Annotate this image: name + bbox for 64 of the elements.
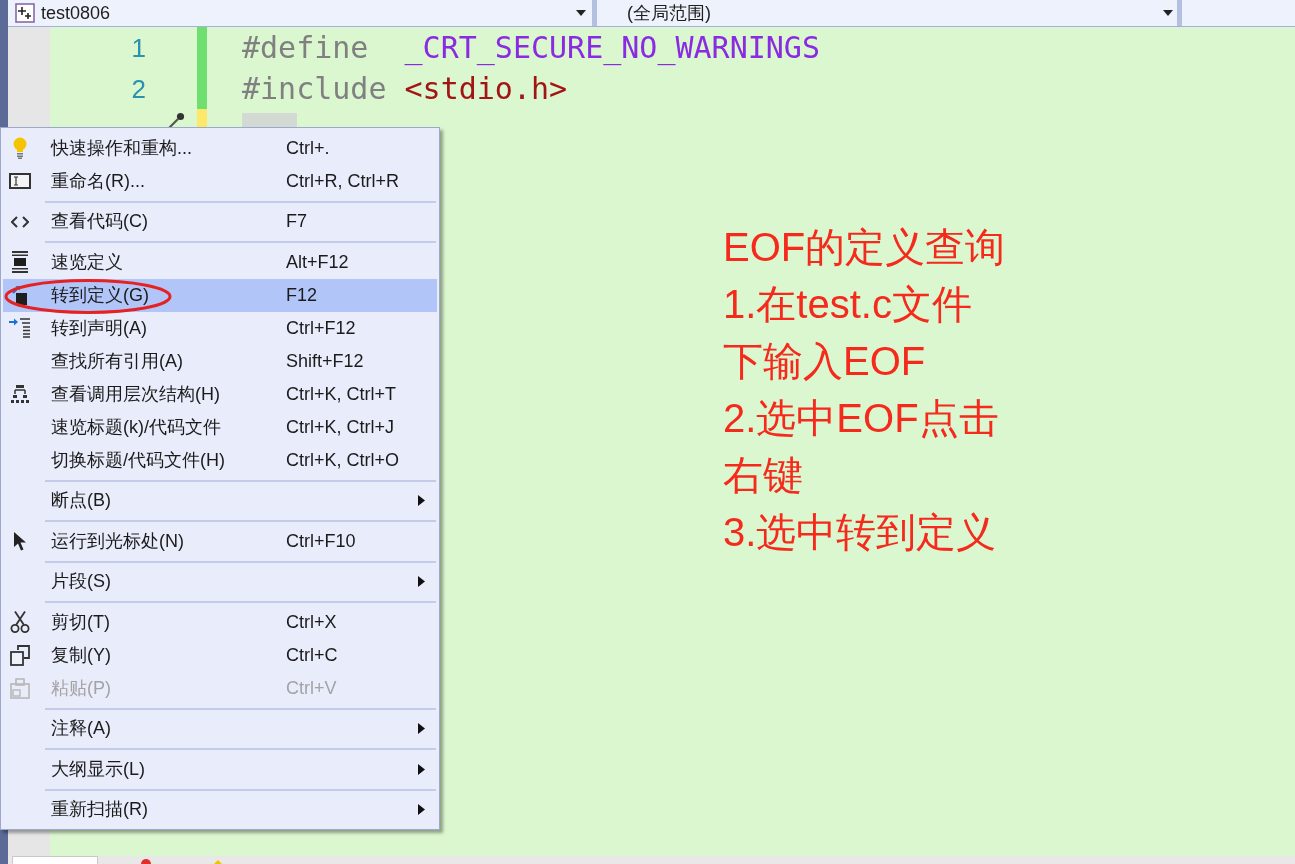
keyboard-shortcut: Ctrl+C (286, 643, 338, 667)
menu-item[interactable]: 查看代码(C) F7 (3, 205, 437, 238)
menu-item[interactable]: 转到声明(A) Ctrl+F12 (3, 311, 437, 345)
menu-item[interactable]: 快速操作和重构... Ctrl+. (3, 131, 437, 165)
keyboard-shortcut: F7 (286, 210, 307, 233)
annotation-text: 3.选中转到定义 (723, 511, 997, 552)
code-line: #define _CRT_SECURE_NO_WARNINGS (242, 29, 820, 66)
menu-item[interactable]: 重新扫描(R) (3, 793, 437, 826)
rename-icon (9, 173, 31, 189)
menu-item[interactable]: 片段(S) (3, 565, 437, 598)
clipboard-icon (10, 677, 30, 699)
pointer-icon (13, 531, 27, 551)
keyboard-shortcut: Ctrl+X (286, 610, 337, 634)
code-line: #include <stdio.h> (242, 70, 568, 107)
keyboard-shortcut: Ctrl+V (286, 676, 337, 700)
keyboard-shortcut: F12 (286, 283, 318, 307)
splitter-bar[interactable] (1177, 0, 1182, 26)
scissors-icon (10, 611, 30, 633)
annotation-text: 下输入EOF (723, 340, 926, 381)
copy-icon (10, 644, 30, 666)
call-hierarchy-icon (11, 385, 29, 403)
annotation-text: EOF的定义查询 (723, 226, 1006, 267)
keyboard-shortcut: Ctrl+F10 (286, 529, 356, 553)
code-icon (11, 215, 29, 228)
warning-icon (214, 860, 222, 864)
screwdriver-icon[interactable] (167, 112, 185, 130)
annotation-text: 右键 (723, 454, 803, 495)
scope-dropdown[interactable]: (全局范围) (597, 0, 1177, 26)
annotation-text: 2.选中EOF点击 (723, 397, 999, 438)
dropdown-caret-icon (1163, 10, 1173, 16)
keyboard-shortcut: Ctrl+K, Ctrl+T (286, 382, 396, 406)
menu-item[interactable]: 断点(B) (3, 484, 437, 517)
annotation-text: 1.在test.c文件 (723, 283, 972, 324)
keyboard-shortcut: Ctrl+K, Ctrl+J (286, 415, 395, 439)
project-icon (15, 3, 35, 23)
error-icon (141, 859, 151, 864)
menu-item[interactable]: 复制(Y) Ctrl+C (3, 638, 437, 672)
menu-item[interactable]: 重命名(R)... Ctrl+R, Ctrl+R (3, 164, 437, 198)
line-number: 2 (131, 75, 146, 102)
go-to-definition-icon (12, 285, 28, 305)
menu-item[interactable]: 注释(A) (3, 712, 437, 745)
project-dropdown[interactable]: test0806 (8, 0, 592, 26)
go-to-declaration-icon (9, 318, 31, 338)
menu-item[interactable]: 查看调用层次结构(H) Ctrl+K, Ctrl+T (3, 377, 437, 411)
menu-item[interactable]: 切换标题/代码文件(H) Ctrl+K, Ctrl+O (3, 443, 437, 477)
keyboard-shortcut: Ctrl+. (286, 136, 330, 160)
output-tab[interactable] (12, 856, 98, 864)
menu-item[interactable]: 转到定义(G) F12 (3, 278, 437, 312)
keyboard-shortcut: Shift+F12 (286, 349, 364, 373)
line-number: 1 (131, 34, 146, 61)
keyboard-shortcut: Ctrl+R, Ctrl+R (286, 169, 399, 193)
menu-item[interactable]: 大纲显示(L) (3, 752, 437, 786)
keyboard-shortcut: Ctrl+F12 (286, 316, 356, 340)
menu-item[interactable]: 运行到光标处(N) Ctrl+F10 (3, 524, 437, 558)
keyboard-shortcut: Ctrl+K, Ctrl+O (286, 448, 400, 472)
splitter-bar[interactable] (592, 0, 597, 26)
menu-item[interactable]: 查找所有引用(A) Shift+F12 (3, 344, 437, 378)
dropdown-caret-icon (576, 10, 586, 16)
lightbulb-icon (12, 137, 28, 159)
menu-item[interactable]: 剪切(T) Ctrl+X (3, 605, 437, 639)
peek-definition-icon (10, 251, 30, 273)
menu-item[interactable]: 速览定义 Alt+F12 (3, 245, 437, 279)
keyboard-shortcut: Alt+F12 (286, 250, 349, 274)
menu-item[interactable]: 速览标题(k)/代码文件 Ctrl+K, Ctrl+J (3, 410, 437, 444)
